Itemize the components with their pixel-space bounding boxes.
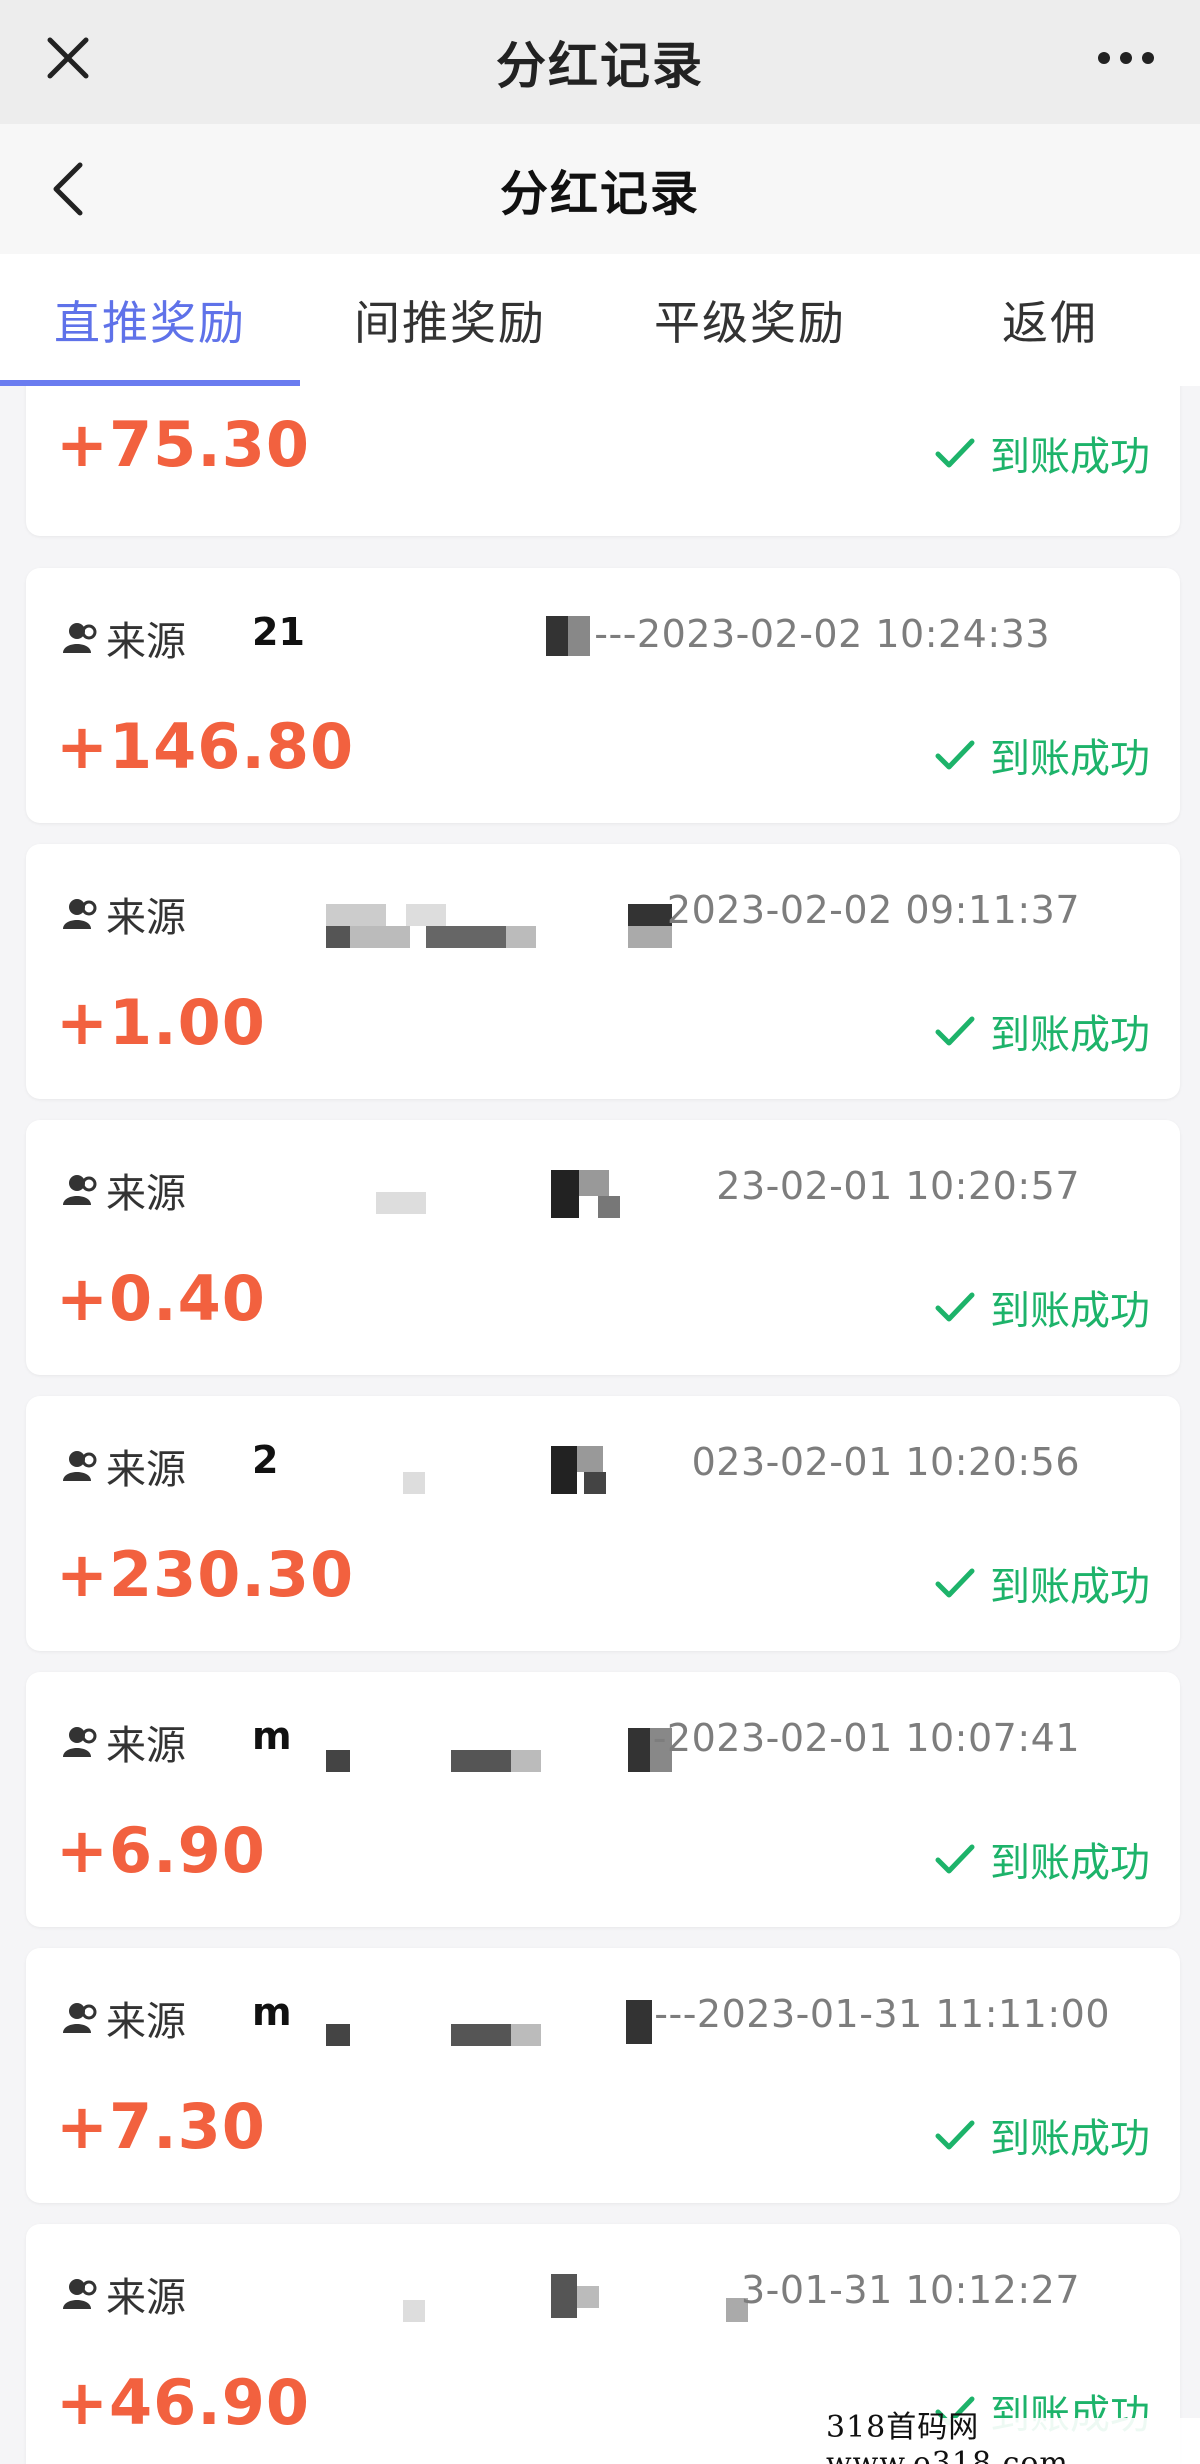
user-icon: [63, 2279, 97, 2309]
redacted-source: [246, 1984, 686, 2054]
record-status: 到账成功: [934, 1554, 1150, 1612]
user-icon: [63, 1451, 97, 1481]
window-title: 分红记录: [496, 37, 704, 95]
record-card: +75.30 到账成功: [26, 386, 1180, 536]
redacted-source: [246, 2260, 748, 2330]
check-icon: [935, 2120, 975, 2150]
more-dots-icon: [1098, 52, 1154, 64]
record-status: 到账成功: [934, 424, 1150, 482]
record-time: ---2023-02-02 10:24:33: [594, 612, 1050, 656]
page-title: 分红记录: [499, 166, 700, 222]
record-source: 来源: [62, 2264, 186, 2324]
check-icon: [935, 438, 975, 468]
status-label: 到账成功: [990, 1564, 1150, 1610]
check-icon: [935, 1016, 975, 1046]
redacted-source: [246, 1156, 686, 1226]
close-button[interactable]: [32, 22, 104, 94]
tab-peer-reward[interactable]: 平级奖励: [600, 254, 900, 386]
page-header: 分红记录: [0, 124, 1200, 254]
record-status: 到账成功: [934, 726, 1150, 784]
user-icon: [63, 899, 97, 929]
record-amount: +1.00: [56, 986, 266, 1059]
status-label: 到账成功: [990, 434, 1150, 480]
record-status: 到账成功: [934, 1002, 1150, 1060]
record-status: 到账成功: [934, 2106, 1150, 2164]
tab-bar: 直推奖励 间推奖励 平级奖励 返佣: [0, 254, 1200, 386]
record-amount: +0.40: [56, 1262, 266, 1335]
user-icon: [63, 623, 97, 653]
record-source: 来源: [62, 608, 186, 668]
record-time: 2023-02-02 09:11:37: [666, 888, 1080, 932]
record-source: 来源: [62, 884, 186, 944]
redacted-source: [246, 1432, 686, 1502]
record-amount: +6.90: [56, 1814, 266, 1887]
tab-rebate[interactable]: 返佣: [900, 254, 1200, 386]
source-label: 来源: [106, 1999, 186, 2045]
check-icon: [935, 1292, 975, 1322]
record-source: 来源: [62, 1712, 186, 1772]
status-label: 到账成功: [990, 2116, 1150, 2162]
watermark: 318首码网 www.e318.com: [826, 2410, 1200, 2464]
record-card: 来源 21 ---2023-02-02 10:24:33 +146.80 到账成…: [26, 568, 1180, 823]
source-label: 来源: [106, 619, 186, 665]
record-amount: +230.30: [56, 1538, 355, 1611]
record-status: 到账成功: [934, 1830, 1150, 1888]
status-label: 到账成功: [990, 1840, 1150, 1886]
source-label: 来源: [106, 1171, 186, 1217]
close-icon: [47, 37, 89, 79]
redacted-source: [246, 880, 686, 950]
record-list[interactable]: +75.30 到账成功 来源 21 ---2023-02-02 10:24:33…: [0, 386, 1200, 2464]
back-button[interactable]: [28, 149, 108, 229]
record-time: ---2023-01-31 11:11:00: [654, 1992, 1110, 2036]
status-label: 到账成功: [990, 1288, 1150, 1334]
record-amount: +46.90: [56, 2366, 311, 2439]
source-label: 来源: [106, 895, 186, 941]
record-card: 来源 2023-02-02 09:11:37 +1.00 到账成功: [26, 844, 1180, 1099]
record-card: 来源 m -2023-02-01 10:07:41 +6.90 到账成功: [26, 1672, 1180, 1927]
record-amount: +75.30: [56, 408, 311, 481]
check-icon: [935, 740, 975, 770]
check-icon: [935, 1844, 975, 1874]
record-source: 来源: [62, 1436, 186, 1496]
record-time: 3-01-31 10:12:27: [740, 2268, 1080, 2312]
record-status: 到账成功: [934, 1278, 1150, 1336]
record-card: 来源 m ---2023-01-31 11:11:00 +7.30 到账成功: [26, 1948, 1180, 2203]
window-top-bar: 分红记录: [0, 0, 1200, 124]
record-time: 23-02-01 10:20:57: [716, 1164, 1080, 1208]
record-source: 来源: [62, 1988, 186, 2048]
more-button[interactable]: [1086, 22, 1166, 94]
tab-direct-reward[interactable]: 直推奖励: [0, 254, 300, 386]
record-time: -2023-02-01 10:07:41: [652, 1716, 1080, 1760]
redacted-source: [246, 1708, 686, 1778]
record-amount: +146.80: [56, 710, 355, 783]
source-label: 来源: [106, 1723, 186, 1769]
chevron-left-icon: [53, 162, 83, 216]
record-amount: +7.30: [56, 2090, 266, 2163]
record-card: 来源 2 023-02-01 10:20:56 +230.30 到账成功: [26, 1396, 1180, 1651]
tab-indirect-reward[interactable]: 间推奖励: [300, 254, 600, 386]
user-icon: [63, 1175, 97, 1205]
user-icon: [63, 1727, 97, 1757]
status-label: 到账成功: [990, 1012, 1150, 1058]
status-label: 到账成功: [990, 736, 1150, 782]
source-label: 来源: [106, 2275, 186, 2321]
record-time: 023-02-01 10:20:56: [691, 1440, 1080, 1484]
record-source: 来源: [62, 1160, 186, 1220]
record-card: 来源 23-02-01 10:20:57 +0.40 到账成功: [26, 1120, 1180, 1375]
user-icon: [63, 2003, 97, 2033]
source-label: 来源: [106, 1447, 186, 1493]
check-icon: [935, 1568, 975, 1598]
